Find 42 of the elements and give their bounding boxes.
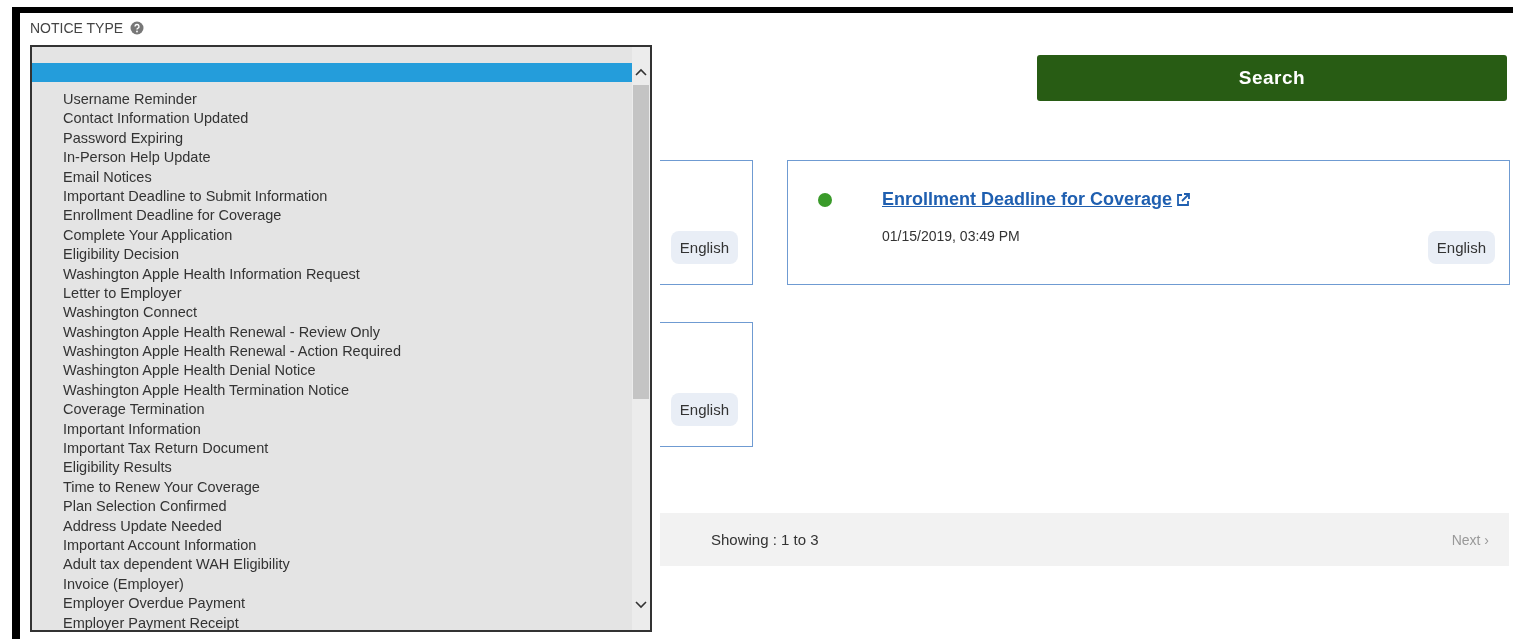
list-option[interactable]: Washington Apple Health Information Request xyxy=(32,264,632,284)
language-tag: English xyxy=(1427,231,1495,264)
notice-type-list[interactable] xyxy=(30,45,652,632)
list-option[interactable]: Employer Payment Receipt xyxy=(32,613,632,630)
list-option[interactable]: Washington Apple Health Denial Notice xyxy=(32,361,632,381)
field-label: NOTICE TYPE xyxy=(30,20,124,36)
external-link-icon xyxy=(1175,191,1192,208)
language-tag: English xyxy=(670,393,738,426)
list-option[interactable]: Important Deadline to Submit Information xyxy=(32,186,632,207)
list-option[interactable]: Employer Overdue Payment xyxy=(32,594,632,614)
list-option[interactable]: Email Notices xyxy=(32,167,632,187)
list-option[interactable]: Username Reminder xyxy=(32,90,632,110)
list-option[interactable]: Time to Renew Your Coverage xyxy=(32,477,632,498)
list-option[interactable]: Eligibility Decision xyxy=(32,245,632,265)
scrollbar[interactable] xyxy=(632,47,650,630)
list-option[interactable]: Washington Connect xyxy=(32,303,632,323)
list-option[interactable]: Adult tax dependent WAH Eligibility xyxy=(32,555,632,575)
language-tag: English xyxy=(670,231,738,264)
list-option[interactable]: Washington Apple Health Renewal - Action Required xyxy=(32,342,632,362)
list-option[interactable]: In-Person Help Update xyxy=(32,148,632,168)
list-option[interactable]: Address Update Needed xyxy=(32,516,632,536)
list-option[interactable]: Coverage Termination xyxy=(32,400,632,420)
list-option[interactable]: Washington Apple Health Renewal - Review Only xyxy=(32,322,632,343)
list-option[interactable]: Washington Apple Health Termination Notice xyxy=(32,380,632,401)
help-icon[interactable] xyxy=(130,21,145,35)
list-option[interactable]: Eligibility Results xyxy=(32,458,632,478)
list-option[interactable]: Complete Your Application xyxy=(32,225,632,246)
list-option[interactable]: Enrollment Deadline for Coverage xyxy=(32,206,632,226)
list-option[interactable]: Important Account Information xyxy=(32,536,632,556)
list-option[interactable]: Plan Selection Confirmed xyxy=(32,497,632,517)
scroll-up-icon[interactable] xyxy=(634,67,648,77)
list-option[interactable]: Important Information xyxy=(32,419,632,440)
list-option[interactable]: Letter to Employer xyxy=(32,283,632,304)
list-option[interactable]: Password Expiring xyxy=(32,128,632,149)
notice-date: 01/15/2019, 03:49 PM xyxy=(882,228,1021,244)
results-summary: Showing : 1 to 3 xyxy=(711,531,819,548)
list-option[interactable]: Important Tax Return Document xyxy=(32,439,632,459)
list-option[interactable]: Invoice (Employer) xyxy=(32,574,632,595)
notice-link[interactable]: Enrollment Deadline for Coverage xyxy=(882,189,1192,210)
list-option[interactable]: Contact Information Updated xyxy=(32,109,632,129)
scroll-down-icon[interactable] xyxy=(634,600,648,610)
search-button[interactable]: Search xyxy=(1037,55,1507,101)
